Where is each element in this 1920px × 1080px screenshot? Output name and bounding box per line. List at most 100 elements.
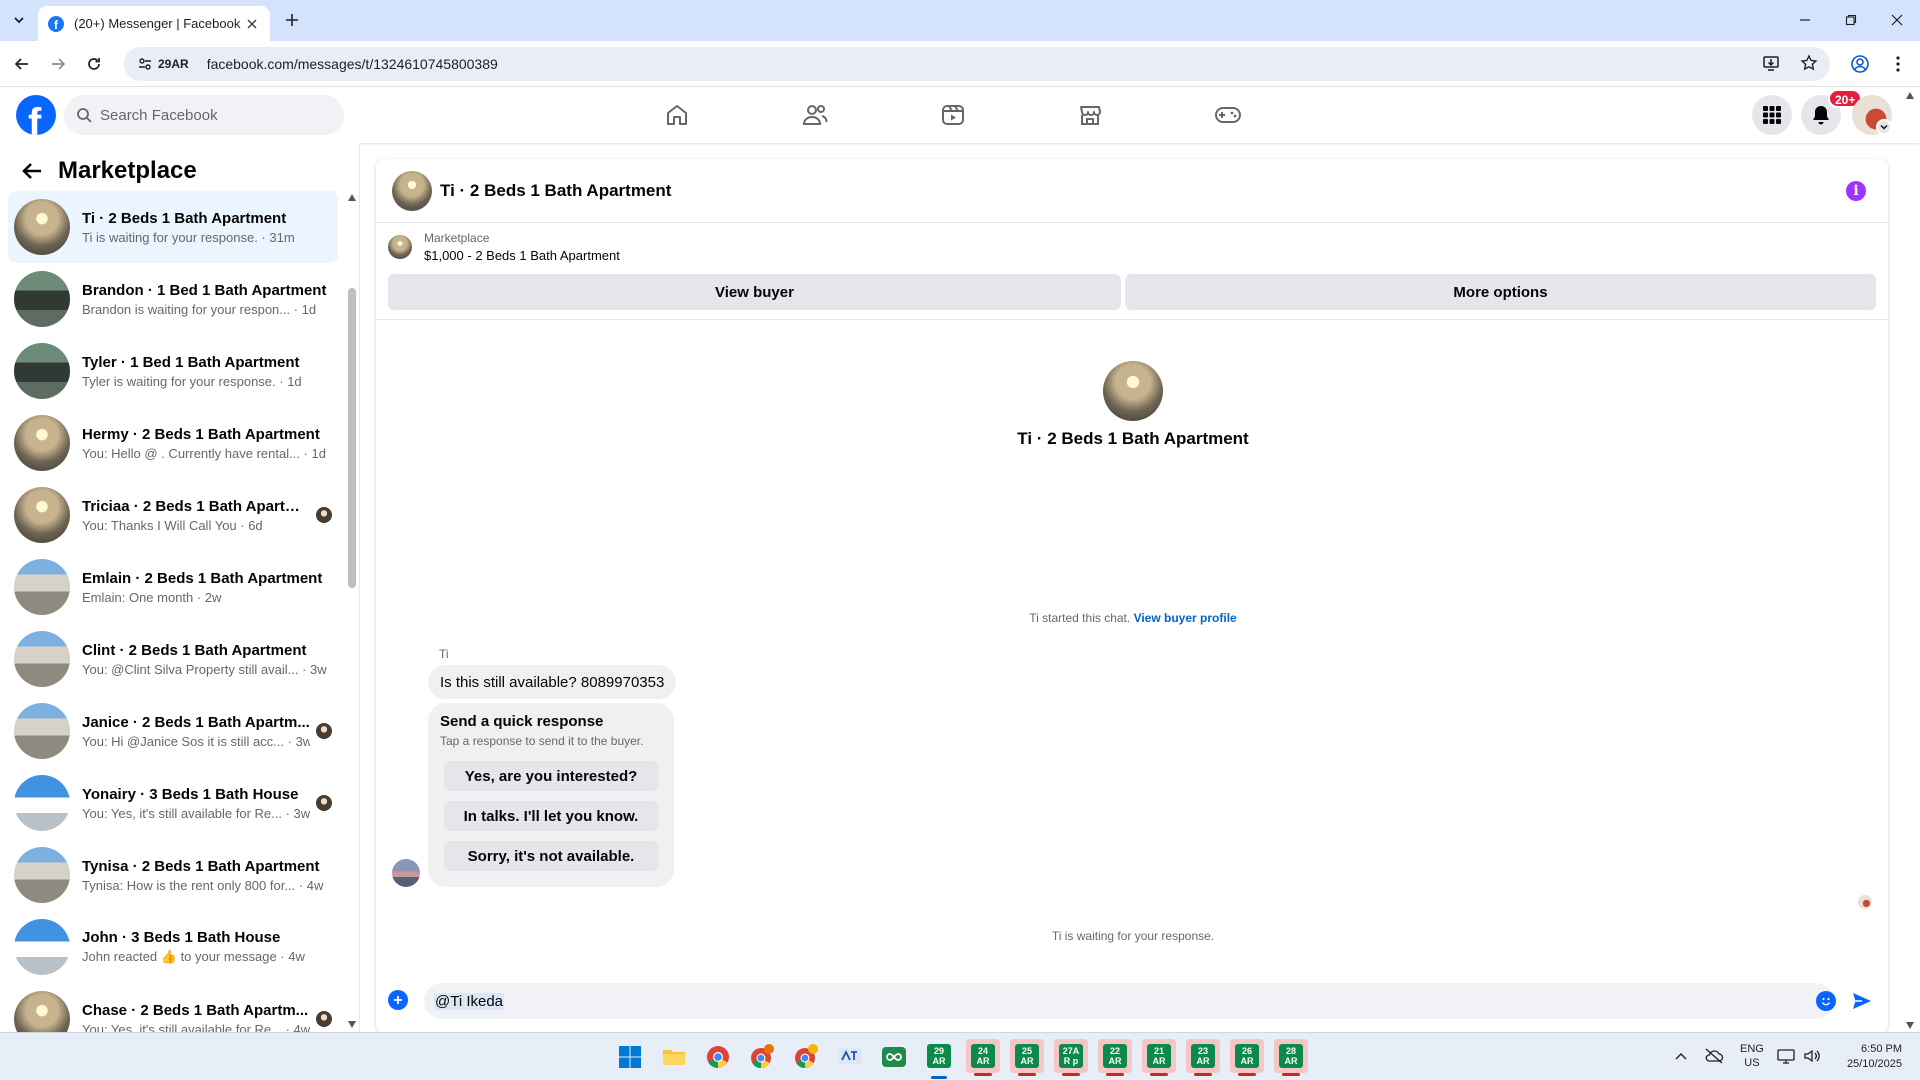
new-tab-button[interactable] bbox=[282, 10, 302, 30]
taskbar-sheet-app[interactable]: 23 AR bbox=[1186, 1039, 1220, 1076]
app-infinity-button[interactable] bbox=[878, 1041, 910, 1073]
profile-button[interactable] bbox=[1848, 52, 1872, 76]
conversation-item[interactable]: Ti · 2 Beds 1 Bath Apartment Ti is waitin… bbox=[8, 191, 338, 263]
sheet-app-label: 28 AR bbox=[1279, 1044, 1303, 1068]
marketplace-nav[interactable] bbox=[1070, 95, 1110, 135]
forward-button[interactable] bbox=[46, 52, 70, 76]
bookmark-star-icon[interactable] bbox=[1800, 54, 1818, 72]
conversation-avatar bbox=[14, 343, 70, 399]
conversation-item[interactable]: Emlain · 2 Beds 1 Bath Apartment Emlain: … bbox=[8, 551, 338, 623]
gaming-nav[interactable] bbox=[1208, 95, 1248, 135]
more-options-button[interactable]: More options bbox=[1125, 274, 1876, 310]
message-bubble[interactable]: Is this still available? 8089970353 bbox=[428, 665, 677, 699]
browser-tab-active[interactable]: f (20+) Messenger | Facebook bbox=[38, 6, 270, 41]
start-button[interactable] bbox=[614, 1041, 646, 1073]
region-code: US bbox=[1744, 1057, 1760, 1069]
video-nav[interactable] bbox=[933, 95, 973, 135]
taskbar-sheet-app[interactable]: 27A R p bbox=[1054, 1039, 1088, 1076]
url-text[interactable]: facebook.com/messages/t/1324610745800389 bbox=[207, 56, 498, 72]
system-clock[interactable]: 6:50 PM 25/10/2025 bbox=[1832, 1042, 1902, 1072]
conversation-item[interactable]: Janice · 2 Beds 1 Bath Apartm... You: Hi … bbox=[8, 695, 338, 767]
taskbar-sheet-app[interactable]: 29 AR bbox=[922, 1039, 956, 1073]
scroll-up-arrow[interactable] bbox=[348, 194, 356, 201]
app-atc-button[interactable] bbox=[834, 1041, 866, 1073]
page-scroll-down[interactable] bbox=[1906, 1022, 1914, 1029]
install-app-icon[interactable] bbox=[1762, 54, 1780, 72]
taskbar-sheet-app[interactable]: 22 AR bbox=[1098, 1039, 1132, 1076]
sidebar-scrollbar-thumb[interactable] bbox=[348, 288, 356, 588]
conversation-item[interactable]: John · 3 Beds 1 Bath House John reacted 👍… bbox=[8, 911, 338, 983]
conversation-item[interactable]: Tynisa · 2 Beds 1 Bath Apartment Tynisa: … bbox=[8, 839, 338, 911]
taskbar-sheet-app[interactable]: 24 AR bbox=[966, 1039, 1000, 1076]
conversation-item[interactable]: Hermy · 2 Beds 1 Bath Apartment You: Hell… bbox=[8, 407, 338, 479]
send-button[interactable] bbox=[1850, 989, 1874, 1013]
taskbar-sheet-app[interactable]: 25 AR bbox=[1010, 1039, 1044, 1076]
taskbar-sheet-app[interactable]: 26 AR bbox=[1230, 1039, 1264, 1076]
more-actions-button[interactable] bbox=[388, 990, 408, 1010]
conversation-name: Clint · 2 Beds 1 Bath Apartment bbox=[82, 641, 307, 659]
buyer-avatar-large[interactable] bbox=[1103, 361, 1163, 421]
minimize-button[interactable] bbox=[1790, 8, 1820, 32]
menu-button[interactable] bbox=[1752, 95, 1792, 135]
file-explorer-button[interactable] bbox=[658, 1041, 690, 1073]
quick-response-yes[interactable]: Yes, are you interested? bbox=[444, 761, 658, 791]
language-indicator[interactable]: ENG US bbox=[1740, 1042, 1764, 1070]
tune-icon bbox=[139, 58, 151, 70]
sheet-app-label: 22 AR bbox=[1103, 1044, 1127, 1068]
view-buyer-profile-link[interactable]: View buyer profile bbox=[1134, 611, 1237, 625]
page-scroll-up[interactable] bbox=[1906, 92, 1914, 99]
conversation-avatar bbox=[14, 775, 70, 831]
sender-avatar[interactable] bbox=[392, 859, 420, 887]
chrome-button[interactable] bbox=[702, 1041, 734, 1073]
message-input[interactable]: @Ti Ikeda bbox=[424, 983, 1834, 1019]
reload-button[interactable] bbox=[82, 52, 106, 76]
network-button[interactable] bbox=[1776, 1046, 1796, 1066]
chrome-icon bbox=[707, 1046, 729, 1068]
show-hidden-icons-button[interactable] bbox=[1672, 1047, 1690, 1065]
listing-summary[interactable]: Marketplace $1,000 - 2 Beds 1 Bath Apart… bbox=[388, 231, 620, 263]
home-nav[interactable] bbox=[657, 95, 697, 135]
quick-response-in-talks[interactable]: In talks. I'll let you know. bbox=[444, 801, 658, 831]
sheet-app-label: 29 AR bbox=[927, 1044, 951, 1068]
conversation-preview: Tyler is waiting for your response. · 1d bbox=[82, 373, 302, 389]
chat-avatar[interactable] bbox=[392, 170, 432, 211]
scroll-down-arrow[interactable] bbox=[348, 1021, 356, 1028]
chrome-profile-3-button[interactable] bbox=[790, 1041, 822, 1073]
conversation-avatar bbox=[14, 703, 70, 759]
conversation-text: Ti · 2 Beds 1 Bath Apartment Ti is waitin… bbox=[82, 210, 332, 245]
tab-close-button[interactable] bbox=[244, 16, 260, 32]
sheet-app-label: 23 AR bbox=[1191, 1044, 1215, 1068]
friends-icon bbox=[802, 105, 828, 125]
chrome-profile-2-button[interactable] bbox=[746, 1041, 778, 1073]
onedrive-off-button[interactable] bbox=[1704, 1046, 1724, 1066]
conversation-item[interactable]: Yonairy · 3 Beds 1 Bath House You: Yes, i… bbox=[8, 767, 338, 839]
conversation-item[interactable]: Tyler · 1 Bed 1 Bath Apartment Tyler is w… bbox=[8, 335, 338, 407]
view-buyer-button[interactable]: View buyer bbox=[388, 274, 1121, 310]
address-bar[interactable]: 29AR facebook.com/messages/t/13246107458… bbox=[124, 47, 1830, 81]
plus-icon bbox=[286, 14, 298, 26]
facebook-logo-icon[interactable]: f bbox=[16, 95, 56, 135]
conversation-item[interactable]: Triciaa · 2 Beds 1 Bath Apartm... You: Th… bbox=[8, 479, 338, 551]
back-button[interactable] bbox=[18, 157, 46, 185]
conversation-item[interactable]: Chase · 2 Beds 1 Bath Apartm... You: Yes,… bbox=[8, 983, 338, 1033]
account-chevron[interactable] bbox=[1876, 119, 1892, 135]
facebook-search[interactable]: Search Facebook bbox=[64, 95, 344, 135]
conversation-info-icon[interactable]: i bbox=[1846, 181, 1866, 201]
tab-search-button[interactable] bbox=[8, 9, 30, 31]
browser-tab-bar: f (20+) Messenger | Facebook bbox=[0, 0, 1920, 41]
volume-button[interactable] bbox=[1802, 1046, 1822, 1066]
chat-title[interactable]: Ti · 2 Beds 1 Bath Apartment bbox=[440, 181, 671, 201]
back-button[interactable] bbox=[10, 52, 34, 76]
taskbar-sheet-app[interactable]: 21 AR bbox=[1142, 1039, 1176, 1076]
site-info-button[interactable]: 29AR bbox=[132, 52, 195, 76]
quick-response-not-available[interactable]: Sorry, it's not available. bbox=[444, 841, 658, 871]
friends-nav[interactable] bbox=[795, 95, 835, 135]
app-alert-underline bbox=[1018, 1073, 1036, 1076]
restore-button[interactable] bbox=[1836, 8, 1866, 32]
taskbar-sheet-app[interactable]: 28 AR bbox=[1274, 1039, 1308, 1076]
emoji-button[interactable] bbox=[1816, 991, 1836, 1011]
conversation-item[interactable]: Clint · 2 Beds 1 Bath Apartment You: @Cli… bbox=[8, 623, 338, 695]
browser-menu-button[interactable] bbox=[1886, 52, 1910, 76]
conversation-item[interactable]: Brandon · 1 Bed 1 Bath Apartment Brandon … bbox=[8, 263, 338, 335]
close-window-button[interactable] bbox=[1882, 8, 1912, 32]
